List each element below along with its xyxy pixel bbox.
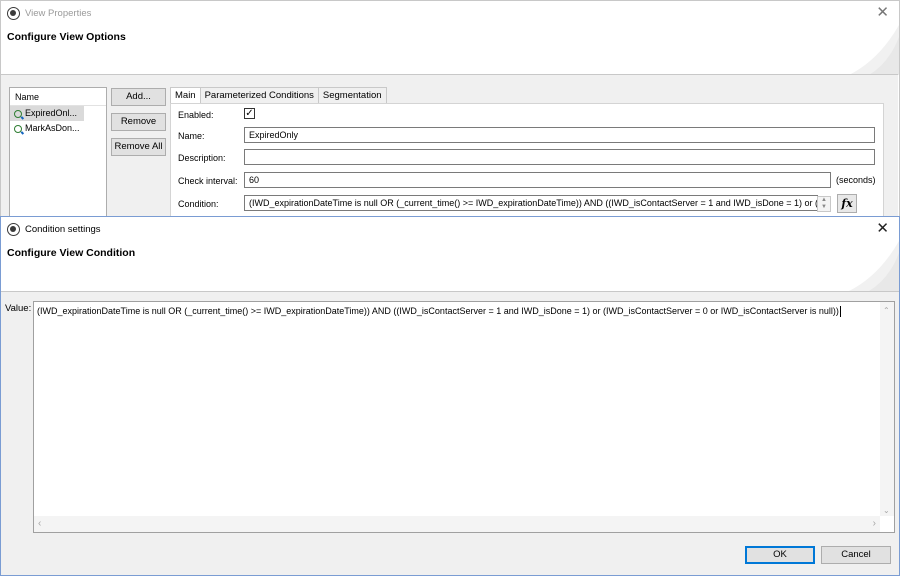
app-logo-icon [7, 6, 20, 20]
list-item-label: ExpiredOnl... [25, 108, 78, 118]
window-title: View Properties [25, 7, 92, 19]
description-label: Description: [178, 153, 226, 163]
check-interval-field[interactable]: 60 [244, 172, 831, 188]
name-label: Name: [178, 131, 205, 141]
condition-spinner[interactable]: ▲ ▼ [817, 196, 831, 212]
condition-field[interactable]: (IWD_expirationDateTime is null OR (_cur… [244, 195, 818, 211]
tab-segmentation[interactable]: Segmentation [317, 87, 387, 103]
value-label: Value: [5, 303, 32, 314]
condition-value-text: (IWD_expirationDateTime is null OR (_cur… [37, 306, 841, 318]
condition-label: Condition: [178, 199, 219, 209]
condition-value-content: (IWD_expirationDateTime is null OR (_cur… [37, 306, 839, 316]
dialog-banner: Configure View Condition [1, 241, 899, 292]
banner-decoration [849, 25, 899, 75]
description-field[interactable] [244, 149, 875, 165]
list-header-name: Name [10, 88, 106, 106]
ok-button[interactable]: OK [745, 546, 815, 564]
list-item[interactable]: ExpiredOnl... [10, 106, 84, 121]
check-interval-units: (seconds) [836, 175, 876, 185]
cancel-button[interactable]: Cancel [821, 546, 891, 564]
vertical-scrollbar[interactable]: ⌃ ⌄ [880, 302, 894, 516]
scroll-up-icon[interactable]: ⌃ [883, 306, 890, 316]
scroll-right-icon[interactable]: › [873, 519, 876, 529]
remove-all-button[interactable]: Remove All [111, 138, 166, 156]
scroll-left-icon[interactable]: ‹ [38, 519, 41, 529]
view-search-icon [14, 124, 22, 133]
name-field[interactable]: ExpiredOnly [244, 127, 875, 143]
view-properties-titlebar: View Properties ✕ [1, 1, 899, 25]
dialog-banner-title: Configure View Condition [7, 247, 136, 259]
enabled-checkbox[interactable]: ✓ [244, 108, 255, 119]
condition-value-textarea[interactable]: (IWD_expirationDateTime is null OR (_cur… [33, 301, 895, 533]
horizontal-scrollbar[interactable]: ‹ › [34, 516, 880, 532]
enabled-label: Enabled: [178, 110, 214, 120]
tab-parameterized-conditions[interactable]: Parameterized Conditions [199, 87, 319, 103]
app-logo-icon [7, 222, 20, 236]
banner-decoration [849, 241, 899, 291]
list-item-label: MarkAsDon... [25, 123, 80, 133]
function-editor-button[interactable]: fx [837, 194, 857, 213]
view-search-icon [14, 109, 22, 118]
list-item[interactable]: MarkAsDon... [10, 121, 106, 136]
condition-settings-dialog: Condition settings ✕ Configure View Cond… [0, 216, 900, 576]
check-interval-label: Check interval: [178, 176, 238, 186]
banner-title: Configure View Options [7, 31, 126, 43]
dialog-title: Condition settings [25, 223, 101, 235]
scroll-down-icon[interactable]: ⌄ [883, 506, 890, 516]
remove-button[interactable]: Remove [111, 113, 166, 131]
close-icon[interactable]: ✕ [876, 4, 889, 22]
view-name-list[interactable]: Name ExpiredOnl... MarkAsDon... [9, 87, 107, 218]
text-caret [839, 306, 841, 318]
close-icon[interactable]: ✕ [876, 220, 889, 238]
dialog-titlebar: Condition settings ✕ [1, 217, 899, 241]
add-button[interactable]: Add... [111, 88, 166, 106]
tab-bar: Main Parameterized Conditions Segmentati… [170, 87, 387, 104]
tab-main[interactable]: Main [170, 87, 201, 104]
